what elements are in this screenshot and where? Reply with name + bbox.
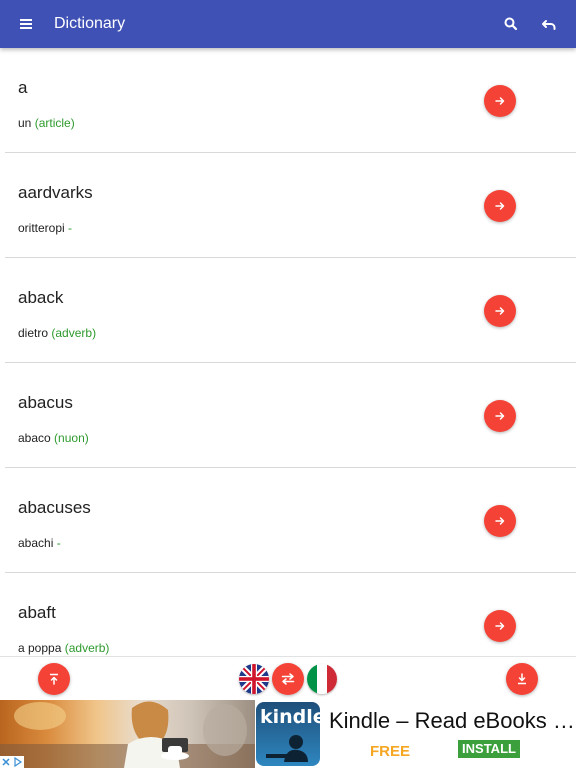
swap-languages-button[interactable] bbox=[272, 663, 304, 695]
headword: abaft bbox=[18, 603, 56, 622]
list-item[interactable]: abacuses abachi - bbox=[5, 468, 576, 573]
part-of-speech: (article) bbox=[34, 116, 75, 130]
list-item[interactable]: aardvarks oritteropi - bbox=[5, 153, 576, 258]
bottom-bar bbox=[0, 656, 576, 700]
ad-choices-badge[interactable] bbox=[0, 756, 24, 768]
swap-languages-icon bbox=[281, 673, 295, 685]
headword: aback bbox=[18, 288, 64, 307]
ad-price: FREE bbox=[370, 743, 411, 760]
part-of-speech: - bbox=[68, 221, 73, 235]
list-item[interactable]: aback dietro (adverb) bbox=[5, 258, 576, 363]
scroll-top-icon bbox=[50, 673, 58, 685]
translation: abachi - bbox=[18, 536, 61, 550]
part-of-speech: - bbox=[56, 536, 61, 550]
part-of-speech: (adverb) bbox=[64, 641, 110, 655]
page-title: Dictionary bbox=[54, 15, 126, 32]
ad-photo[interactable] bbox=[0, 700, 255, 768]
menu-icon[interactable] bbox=[14, 12, 38, 36]
scroll-bottom-button[interactable] bbox=[506, 663, 538, 695]
word-list[interactable]: a un (article) aardvarks oritteropi - ab… bbox=[0, 48, 576, 656]
arrow-right-icon bbox=[495, 622, 505, 630]
translation: abaco (nuon) bbox=[18, 431, 89, 445]
list-item[interactable]: a un (article) bbox=[5, 48, 576, 153]
open-entry-button[interactable] bbox=[484, 190, 516, 222]
headword: a bbox=[18, 78, 28, 97]
arrow-right-icon bbox=[495, 517, 505, 525]
install-button[interactable]: INSTALL bbox=[458, 740, 520, 758]
search-icon[interactable] bbox=[500, 13, 522, 35]
arrow-right-icon bbox=[495, 307, 505, 315]
ad-title[interactable]: Kindle – Read eBooks … bbox=[329, 708, 575, 734]
close-ad-icon bbox=[2, 758, 10, 766]
open-entry-button[interactable] bbox=[484, 505, 516, 537]
open-entry-button[interactable] bbox=[484, 610, 516, 642]
open-entry-button[interactable] bbox=[484, 295, 516, 327]
headword: abacuses bbox=[18, 498, 91, 517]
list-item[interactable]: abaft a poppa (adverb) bbox=[5, 573, 576, 656]
open-entry-button[interactable] bbox=[484, 400, 516, 432]
scroll-top-button[interactable] bbox=[38, 663, 70, 695]
open-entry-button[interactable] bbox=[484, 85, 516, 117]
headword: aardvarks bbox=[18, 183, 93, 202]
app-bar: Dictionary bbox=[0, 0, 576, 48]
kindle-logo[interactable]: kindle bbox=[256, 702, 320, 766]
scroll-bottom-icon bbox=[518, 673, 526, 685]
ad-info-icon bbox=[14, 757, 23, 767]
translation: dietro (adverb) bbox=[18, 326, 97, 340]
ad-banner[interactable]: kindle Kindle – Read eBooks … FREE INSTA… bbox=[0, 700, 576, 768]
translation: a poppa (adverb) bbox=[18, 641, 110, 655]
headword: abacus bbox=[18, 393, 73, 412]
translation: un (article) bbox=[18, 116, 75, 130]
undo-icon[interactable] bbox=[538, 13, 560, 35]
translation: oritteropi - bbox=[18, 221, 73, 235]
arrow-right-icon bbox=[495, 412, 505, 420]
italy-flag-icon[interactable] bbox=[307, 664, 337, 694]
list-item[interactable]: abacus abaco (nuon) bbox=[5, 363, 576, 468]
arrow-right-icon bbox=[495, 202, 505, 210]
uk-flag-icon[interactable] bbox=[239, 664, 269, 694]
part-of-speech: (adverb) bbox=[51, 326, 97, 340]
arrow-right-icon bbox=[495, 97, 505, 105]
part-of-speech: (nuon) bbox=[54, 431, 89, 445]
